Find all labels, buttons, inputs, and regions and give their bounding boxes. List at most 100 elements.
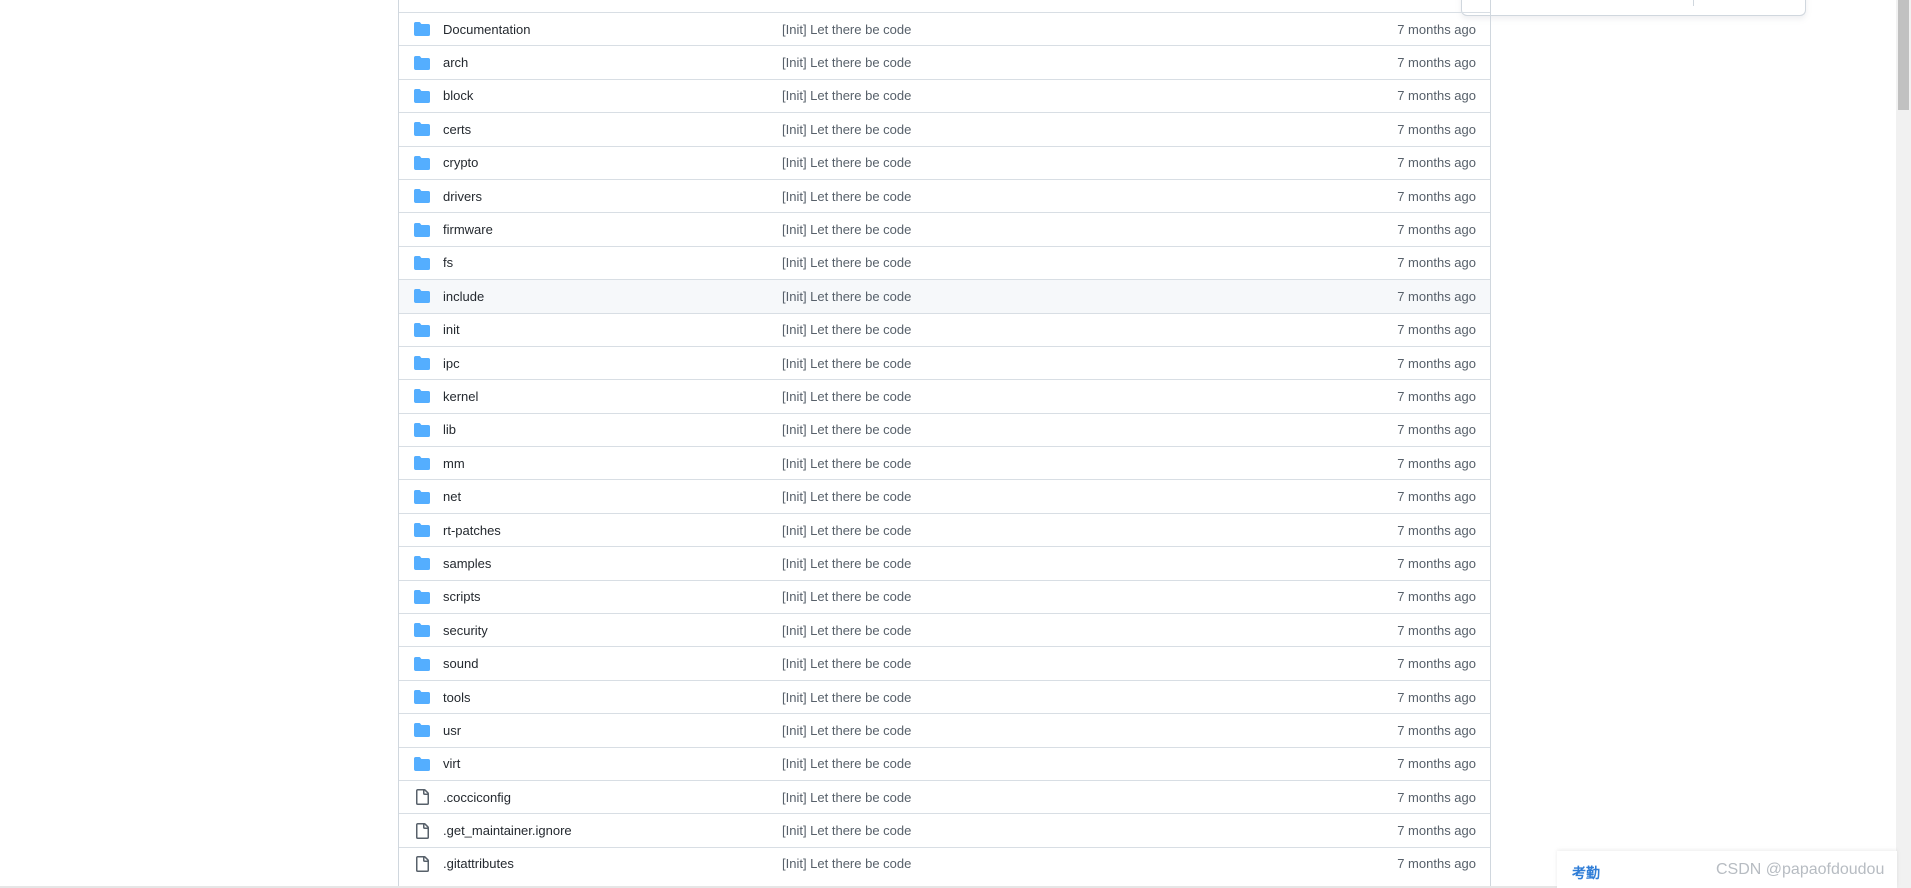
file-name-link[interactable]: virt <box>443 756 460 771</box>
commit-message-link[interactable]: [Init] Let there be code <box>782 189 911 204</box>
commit-message-link[interactable]: [Init] Let there be code <box>782 389 911 404</box>
file-row[interactable]: include [Init] Let there be code 7 months … <box>399 279 1490 313</box>
file-row[interactable]: mm [Init] Let there be code 7 months ago <box>399 446 1490 479</box>
file-row[interactable]: drivers [Init] Let there be code 7 months … <box>399 178 1490 212</box>
file-icon <box>414 789 430 806</box>
watermark: CSDN @papaofdoudou <box>1716 861 1885 878</box>
file-name-link[interactable]: certs <box>443 122 471 137</box>
commit-time: 7 months ago <box>1397 322 1476 338</box>
commit-message-link[interactable]: [Init] Let there be code <box>782 690 911 705</box>
commit-message-link[interactable]: [Init] Let there be code <box>782 489 911 504</box>
file-name-link[interactable]: kernel <box>443 389 478 404</box>
file-row[interactable]: arch [Init] Let there be code 7 months ago <box>399 45 1490 78</box>
file-list-panel: Documentation [Init] Let there be code 7 m… <box>398 0 1491 888</box>
file-row[interactable]: firmware [Init] Let there be code 7 months… <box>399 212 1490 245</box>
file-name-link[interactable]: net <box>443 489 461 504</box>
page: Documentation [Init] Let there be code 7 m… <box>0 0 1911 888</box>
file-name-link[interactable]: usr <box>443 723 461 738</box>
file-name-link[interactable]: block <box>443 88 473 103</box>
commit-message-link[interactable]: [Init] Let there be code <box>782 589 911 604</box>
popup-divider <box>1693 0 1694 6</box>
file-row[interactable]: usr [Init] Let there be code 7 months ago <box>399 713 1490 746</box>
commit-message-link[interactable]: [Init] Let there be code <box>782 222 911 237</box>
commit-message-link[interactable]: [Init] Let there be code <box>782 122 911 137</box>
file-row[interactable]: samples [Init] Let there be code 7 months … <box>399 546 1490 579</box>
file-row[interactable]: Documentation [Init] Let there be code 7 m… <box>399 12 1490 45</box>
commit-message-link[interactable]: [Init] Let there be code <box>782 55 911 70</box>
file-name-link[interactable]: ipc <box>443 356 460 371</box>
file-name-link[interactable]: Documentation <box>443 22 530 37</box>
commit-time: 7 months ago <box>1397 55 1476 71</box>
page-scrollbar[interactable] <box>1896 0 1911 888</box>
commit-message-link[interactable]: [Init] Let there be code <box>782 756 911 771</box>
file-name-link[interactable]: rt-patches <box>443 523 501 538</box>
file-name-link[interactable]: include <box>443 289 484 304</box>
file-row[interactable]: kernel [Init] Let there be code 7 months a… <box>399 379 1490 412</box>
file-row[interactable]: certs [Init] Let there be code 7 months ag… <box>399 112 1490 145</box>
file-row[interactable]: lib [Init] Let there be code 7 months ago <box>399 412 1490 446</box>
commit-message-link[interactable]: [Init] Let there be code <box>782 523 911 538</box>
commit-message-link[interactable]: [Init] Let there be code <box>782 656 911 671</box>
file-name-link[interactable]: init <box>443 322 460 337</box>
file-row[interactable]: fs [Init] Let there be code 7 months ago <box>399 245 1490 279</box>
commit-message-link[interactable]: [Init] Let there be code <box>782 322 911 337</box>
commit-message-link[interactable]: [Init] Let there be code <box>782 623 911 638</box>
commit-message-link[interactable]: [Init] Let there be code <box>782 456 911 471</box>
commit-time: 7 months ago <box>1397 121 1476 137</box>
commit-time: 7 months ago <box>1397 489 1476 505</box>
file-row[interactable]: .get_maintainer.ignore [Init] Let there b… <box>399 813 1490 846</box>
commit-time: 7 months ago <box>1397 222 1476 238</box>
commit-message-link[interactable]: [Init] Let there be code <box>782 823 911 838</box>
file-row[interactable]: .gitattributes [Init] Let there be code 7 … <box>399 846 1490 880</box>
file-name-link[interactable]: lib <box>443 422 456 437</box>
commit-message-link[interactable]: [Init] Let there be code <box>782 289 911 304</box>
file-name-link[interactable]: .cocciconfig <box>443 790 511 805</box>
commit-message-link[interactable]: [Init] Let there be code <box>782 88 911 103</box>
folder-icon <box>414 155 430 171</box>
file-name-link[interactable]: security <box>443 623 488 638</box>
file-name-link[interactable]: sound <box>443 656 478 671</box>
commit-message-link[interactable]: [Init] Let there be code <box>782 856 911 871</box>
file-name-link[interactable]: tools <box>443 690 470 705</box>
commit-message-link[interactable]: [Init] Let there be code <box>782 723 911 738</box>
commit-message-link[interactable]: [Init] Let there be code <box>782 255 911 270</box>
file-row[interactable]: block [Init] Let there be code 7 months ag… <box>399 78 1490 112</box>
commit-time: 7 months ago <box>1397 522 1476 538</box>
file-row[interactable]: init [Init] Let there be code 7 months ago <box>399 312 1490 346</box>
file-name-link[interactable]: fs <box>443 255 453 270</box>
attendance-label[interactable]: 考勤 <box>1572 863 1600 883</box>
file-name-link[interactable]: scripts <box>443 589 481 604</box>
file-list: Documentation [Init] Let there be code 7 m… <box>399 12 1490 880</box>
commit-message-link[interactable]: [Init] Let there be code <box>782 422 911 437</box>
file-row[interactable]: security [Init] Let there be code 7 months… <box>399 613 1490 646</box>
folder-icon <box>414 288 430 304</box>
file-row[interactable]: scripts [Init] Let there be code 7 months … <box>399 579 1490 613</box>
file-row[interactable]: .cocciconfig [Init] Let there be code 7 mo… <box>399 779 1490 813</box>
commit-message-link[interactable]: [Init] Let there be code <box>782 556 911 571</box>
file-name-link[interactable]: crypto <box>443 155 478 170</box>
folder-icon <box>414 388 430 404</box>
file-name-link[interactable]: mm <box>443 456 465 471</box>
file-row[interactable]: crypto [Init] Let there be code 7 months a… <box>399 145 1490 179</box>
file-name-link[interactable]: .gitattributes <box>443 856 514 871</box>
file-name-link[interactable]: firmware <box>443 222 493 237</box>
commit-message-link[interactable]: [Init] Let there be code <box>782 22 911 37</box>
scrollbar-thumb[interactable] <box>1898 0 1909 110</box>
file-row[interactable]: net [Init] Let there be code 7 months ago <box>399 479 1490 512</box>
file-name-link[interactable]: samples <box>443 556 491 571</box>
commit-message-link[interactable]: [Init] Let there be code <box>782 155 911 170</box>
file-name-link[interactable]: arch <box>443 55 468 70</box>
commit-message-link[interactable]: [Init] Let there be code <box>782 790 911 805</box>
folder-icon <box>414 656 430 672</box>
commit-message-link[interactable]: [Init] Let there be code <box>782 356 911 371</box>
file-row[interactable]: tools [Init] Let there be code 7 months ag… <box>399 679 1490 713</box>
file-name-link[interactable]: drivers <box>443 189 482 204</box>
file-row[interactable]: sound [Init] Let there be code 7 months ag… <box>399 646 1490 679</box>
file-row[interactable]: rt-patches [Init] Let there be code 7 mont… <box>399 512 1490 546</box>
commit-time: 7 months ago <box>1397 589 1476 605</box>
file-name-link[interactable]: .get_maintainer.ignore <box>443 823 572 838</box>
file-row[interactable]: ipc [Init] Let there be code 7 months ago <box>399 345 1490 379</box>
folder-icon <box>414 88 430 104</box>
file-row[interactable]: virt [Init] Let there be code 7 months ago <box>399 746 1490 780</box>
commit-time: 7 months ago <box>1397 288 1476 304</box>
